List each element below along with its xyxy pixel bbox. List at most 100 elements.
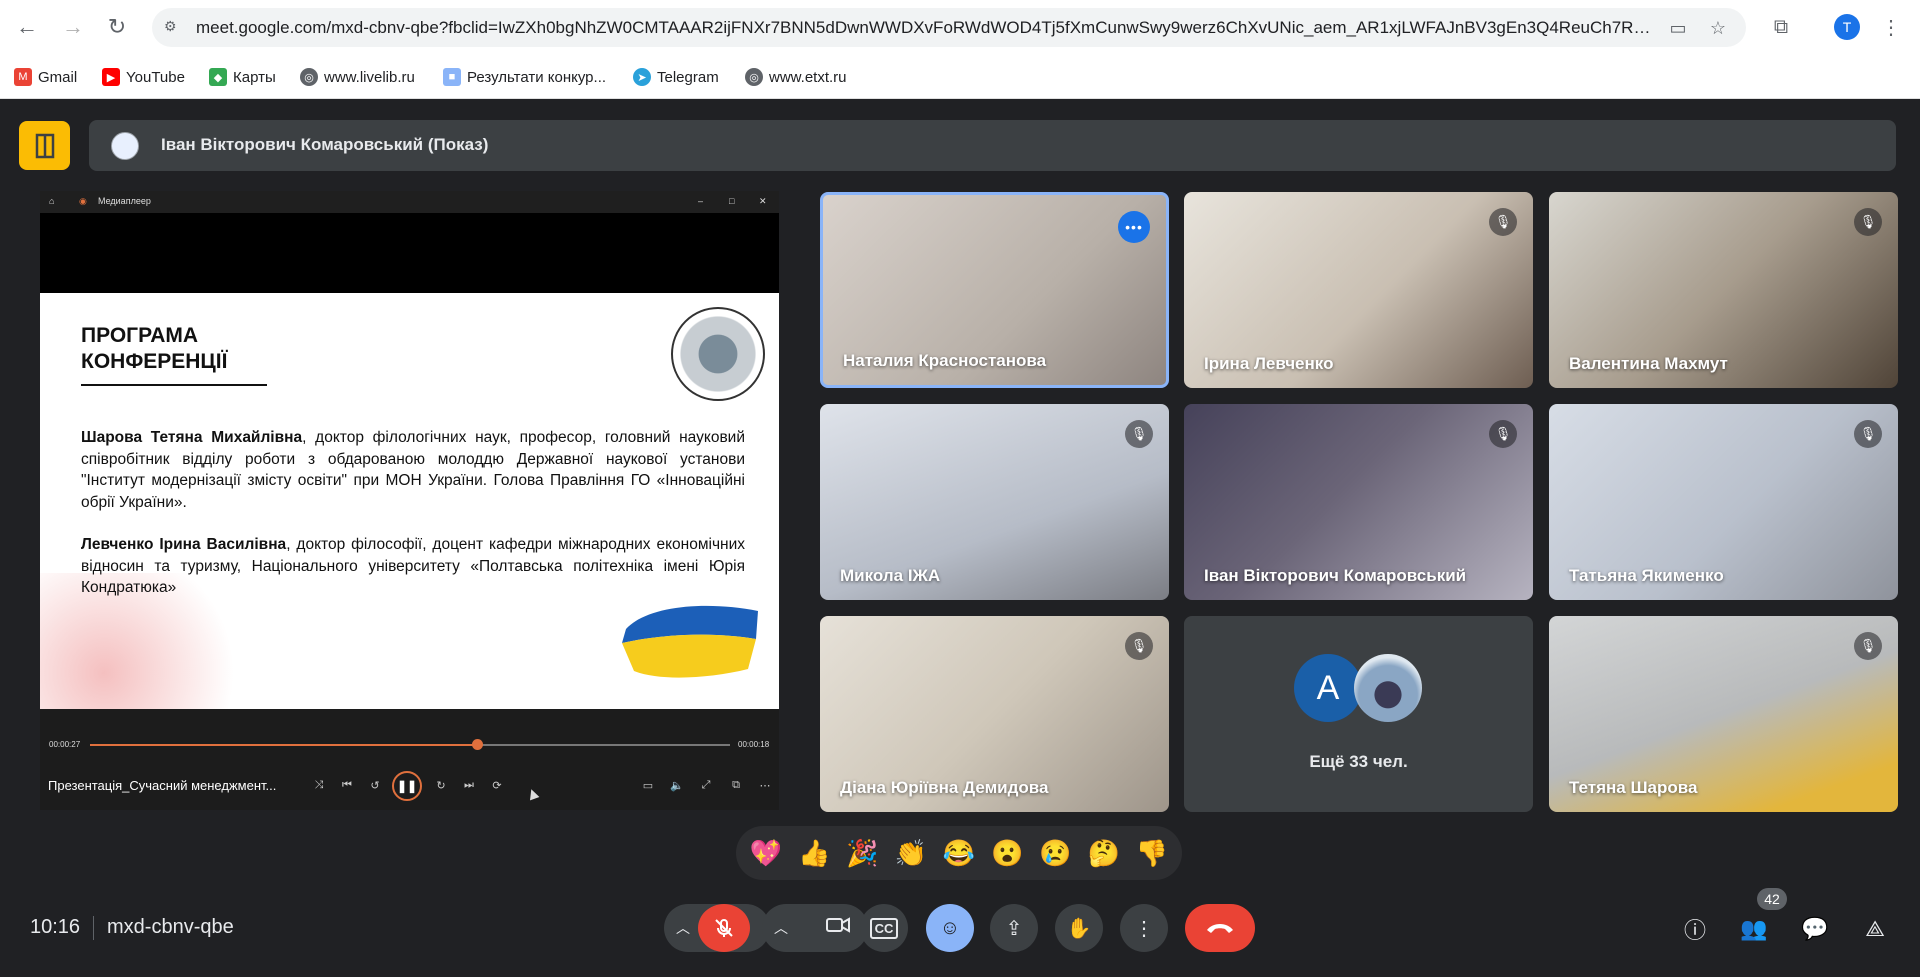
heading-underline [81, 384, 267, 386]
emoji-icon: ☺ [939, 916, 961, 939]
browser-menu-icon[interactable]: ⋮ [1877, 13, 1905, 41]
present-screen-icon: ⇪ [1005, 917, 1023, 940]
bookmark-telegram[interactable]: ➤ Telegram [633, 65, 719, 89]
extensions-icon[interactable]: ⧉ [1767, 13, 1795, 41]
camera-icon[interactable] [818, 916, 858, 940]
bookmark-youtube[interactable]: ▶ YouTube [102, 65, 185, 89]
gmail-icon: M [14, 68, 32, 86]
participant-tile[interactable]: 🎙 Ірина Левченко [1184, 192, 1533, 388]
more-vert-icon: ⋮ [1134, 917, 1154, 940]
next-icon[interactable]: ⏭ [461, 777, 477, 793]
participant-tile[interactable]: 🎙 Валентина Махмут [1549, 192, 1898, 388]
profile-avatar[interactable]: T [1834, 14, 1860, 40]
reaction-party[interactable]: 🎉 [841, 831, 885, 875]
presentation-icon[interactable] [19, 121, 70, 170]
reaction-thumbs-up[interactable]: 👍 [792, 831, 836, 875]
participant-name: Татьяна Якименко [1569, 566, 1724, 585]
url-text[interactable]: meet.google.com/mxd-cbnv-qbe?fbclid=IwZX… [196, 18, 1651, 38]
presenter-avatar [111, 132, 139, 160]
others-tile[interactable]: A Ещё 33 чел. [1184, 616, 1533, 812]
subtitles-icon[interactable]: ▭ [640, 777, 656, 793]
bookmark-gmail[interactable]: M Gmail [14, 65, 77, 89]
meeting-clock: 10:16 [30, 916, 81, 938]
chevron-up-icon[interactable]: ︿ [676, 918, 690, 938]
mic-off-icon: 🎙 [1125, 420, 1153, 448]
participant-tile[interactable]: 🎙 Тетяна Шарова [1549, 616, 1898, 812]
presenter-title: Іван Вікторович Комаровський (Показ) [161, 135, 489, 154]
captions-icon: CC [869, 917, 899, 939]
more-options-button[interactable]: ⋮ [1120, 904, 1168, 952]
chat-icon[interactable]: 💬 [1798, 912, 1832, 946]
bookmark-star-icon[interactable]: ☆ [1706, 16, 1730, 40]
mic-off-icon [715, 919, 733, 937]
globe-icon: ◎ [300, 68, 318, 86]
participant-avatar: A [1294, 654, 1362, 722]
participant-count-badge: 42 [1757, 888, 1787, 910]
reaction-thinking[interactable]: 🤔 [1082, 831, 1126, 875]
mic-off-button[interactable] [698, 904, 750, 952]
media-file-name: Презентація_Сучасний менеджмент... [48, 778, 277, 793]
chevron-up-icon[interactable]: ︿ [774, 918, 788, 938]
more-options-icon[interactable]: ⋯ [757, 777, 773, 793]
activities-icon[interactable]: ⟁ [1858, 912, 1892, 946]
bookmark-results[interactable]: ■ Результати конкур... [443, 65, 606, 89]
mic-off-icon: 🎙 [1854, 208, 1882, 236]
hand-icon: ✋ [1066, 917, 1092, 940]
media-player-titlebar: ⌂ ◉ Медиаплеер – □ ✕ [40, 191, 779, 213]
address-bar[interactable]: ⚙ meet.google.com/mxd-cbnv-qbe?fbclid=Iw… [152, 8, 1746, 47]
minimize-icon: – [698, 196, 704, 206]
presentation-slide: ПРОГРАМА КОНФЕРЕНЦІЇ Шарова Тетяна Михайл… [40, 293, 779, 709]
more-options-icon[interactable]: ••• [1118, 211, 1150, 243]
reactions-bar: 💖 👍 🎉 👏 😂 😮 😢 🤔 👎 [736, 826, 1182, 880]
shuffle-icon[interactable]: ⤨ [311, 777, 327, 793]
previous-icon[interactable]: ⏮ [339, 777, 355, 793]
mic-off-icon: 🎙 [1489, 208, 1517, 236]
captions-button[interactable]: CC [860, 904, 908, 952]
reload-icon[interactable]: ↻ [102, 12, 132, 42]
reaction-clap[interactable]: 👏 [889, 831, 933, 875]
raise-hand-button[interactable]: ✋ [1055, 904, 1103, 952]
participant-name: Тетяна Шарова [1569, 778, 1698, 797]
youtube-icon: ▶ [102, 68, 120, 86]
rewind-icon[interactable]: ↺ [367, 777, 383, 793]
close-icon: ✕ [759, 196, 767, 206]
reaction-surprised[interactable]: 😮 [985, 831, 1029, 875]
bookmarks-bar: M Gmail ▶ YouTube ◆ Карты ◎ www.livelib.ru ■… [0, 55, 1920, 99]
reaction-sparkling-heart[interactable]: 💖 [744, 831, 788, 875]
maximize-icon: □ [729, 196, 735, 206]
present-button[interactable]: ⇪ [990, 904, 1038, 952]
seek-bar[interactable] [90, 739, 730, 750]
pause-button[interactable]: ❚❚ [392, 771, 422, 801]
volume-icon[interactable]: 🔈 [669, 777, 685, 793]
miniplayer-icon[interactable]: ⧉ [728, 777, 744, 793]
meeting-info-icon[interactable]: ⓘ [1678, 912, 1712, 946]
shared-screen: ⌂ ◉ Медиаплеер – □ ✕ ПРОГРАМА КОНФЕРЕНЦІЇ… [40, 191, 779, 810]
forward-icon[interactable]: → [58, 12, 88, 42]
participant-tile[interactable]: 🎙 Іван Вікторович Комаровський [1184, 404, 1533, 600]
participant-name: Микола ІЖА [840, 566, 941, 585]
participant-tile[interactable]: 🎙 Микола ІЖА [820, 404, 1169, 600]
bookmark-etxt[interactable]: ◎ www.etxt.ru [745, 65, 847, 89]
site-info-icon[interactable]: ⚙ [164, 18, 184, 38]
reaction-laugh[interactable]: 😂 [937, 831, 981, 875]
mic-off-icon: 🎙 [1489, 420, 1517, 448]
reaction-sad[interactable]: 😢 [1033, 831, 1077, 875]
leave-call-button[interactable] [1185, 904, 1255, 952]
repeat-icon[interactable]: ⟳ [489, 777, 505, 793]
participant-tile[interactable]: ••• Наталия Красностанова [820, 192, 1169, 388]
reactions-button[interactable]: ☺ [926, 904, 974, 952]
fullscreen-icon[interactable]: ⤢ [698, 777, 714, 793]
camera-in-use-icon[interactable]: ▭ [1666, 16, 1690, 40]
site-icon: ■ [443, 68, 461, 86]
seek-handle[interactable] [472, 739, 484, 750]
back-icon[interactable]: ← [12, 12, 42, 42]
camera-control-group: ︿ [762, 904, 868, 952]
participant-tile[interactable]: 🎙 Татьяна Якименко [1549, 404, 1898, 600]
participant-name: Наталия Красностанова [843, 351, 1047, 370]
people-icon[interactable]: 👥 [1737, 912, 1771, 946]
participant-tile[interactable]: 🎙 Діана Юріївна Демидова [820, 616, 1169, 812]
reaction-thumbs-down[interactable]: 👎 [1130, 831, 1174, 875]
bookmark-maps[interactable]: ◆ Карты [209, 65, 276, 89]
bookmark-livelib[interactable]: ◎ www.livelib.ru [300, 65, 415, 89]
forward-icon[interactable]: ↻ [433, 777, 449, 793]
